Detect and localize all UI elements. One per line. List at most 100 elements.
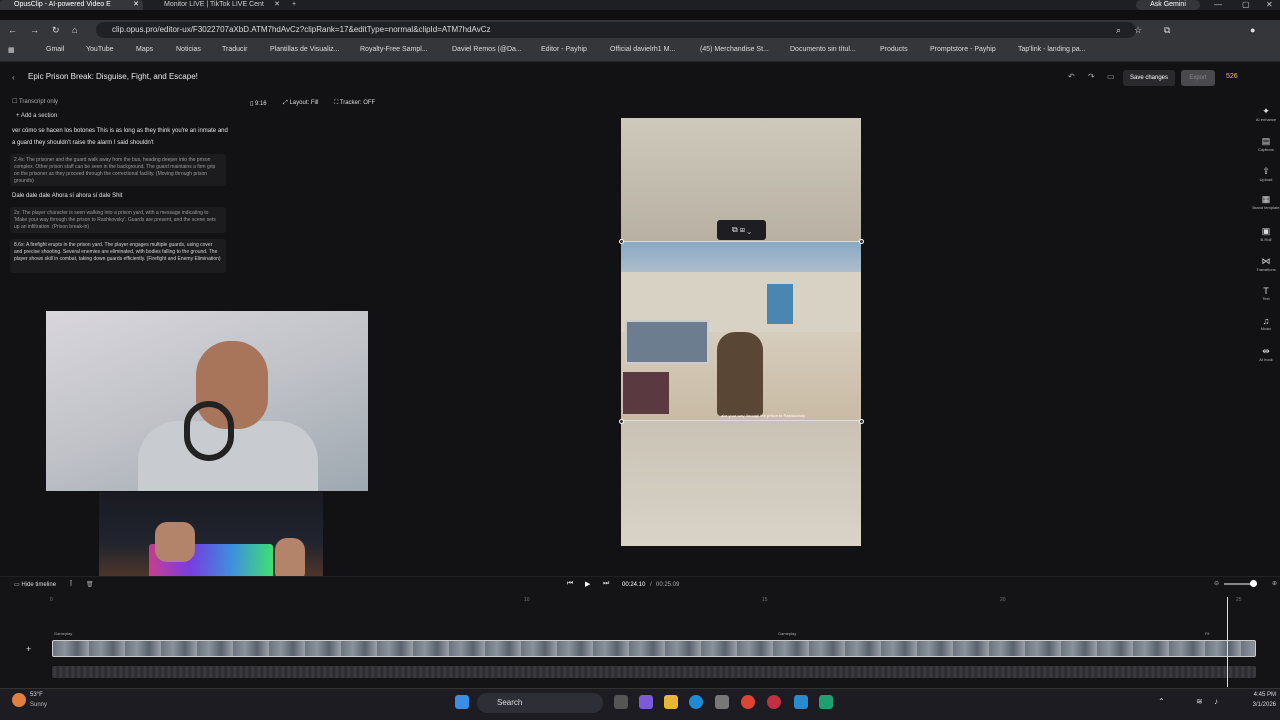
home-icon[interactable]: ⌂ [72,20,77,40]
bookmark-documento[interactable]: Documento sin títul... [790,46,856,53]
store-icon[interactable] [715,695,729,709]
weather-icon[interactable] [12,693,26,707]
ai-hook-tool[interactable]: ⇹ AI hook [1252,346,1280,362]
extensions-icon[interactable]: ⧉ [1164,20,1170,40]
app-icon[interactable] [767,695,781,709]
layout-button[interactable]: ⤢ Layout: Fill [283,100,318,107]
save-button[interactable]: Save changes [1123,70,1175,86]
aspect-ratio-label: 9:16 [254,101,267,107]
bookmark-traducir[interactable]: Traducir [222,46,247,53]
address-bar[interactable]: clip.opus.pro/editor-ux/F3022707aXbD.ATM… [96,22,1136,38]
copilot-icon[interactable] [639,695,653,709]
apps-icon[interactable]: ▦ [8,46,15,54]
close-icon[interactable]: ✕ [133,0,139,10]
skip-forward-icon[interactable]: ⏭ [603,580,609,588]
taskbar-search[interactable]: Search [477,693,603,713]
task-view-icon[interactable] [614,695,628,709]
text-tool[interactable]: T Text [1252,286,1280,301]
music-tool[interactable]: ♫ Music [1252,316,1280,331]
broll-tool[interactable]: ▣ B-Roll [1252,226,1280,242]
ai-enhance-tool[interactable]: ✦ AI enhance [1252,106,1280,122]
back-icon[interactable]: ← [8,20,17,40]
resize-handle[interactable] [859,239,864,244]
transitions-tool[interactable]: ⋈ Transitions [1252,256,1280,272]
volume-icon[interactable]: ♪ [1214,697,1218,706]
bookmark-royalty[interactable]: Royalty-Free Sampl... [360,46,428,53]
chrome-icon[interactable] [741,695,755,709]
transcript-text-2[interactable]: Dale dale dale Ahora sí ahora sí dale Sh… [12,190,228,202]
split-icon[interactable]: ⫿ [70,581,72,588]
minimize-icon[interactable]: — [1214,0,1222,10]
hide-timeline-button[interactable]: ▭ Hide timeline [14,581,56,588]
scene-note-3[interactable]: 8.6s: A firefight erupts in the prison y… [10,239,226,273]
bookmark-editor-payhip[interactable]: Editor - Payhip [541,46,587,53]
skip-back-icon[interactable]: ⏮ [567,580,573,588]
undo-icon[interactable]: ↶ [1068,72,1075,81]
video-track[interactable] [52,640,1256,657]
bookmark-gmail[interactable]: Gmail [46,46,64,53]
ask-gemini-button[interactable]: Ask Gemini [1136,0,1200,10]
close-icon[interactable]: ✕ [274,0,280,10]
bookmark-products[interactable]: Products [880,46,908,53]
zoom-out-icon[interactable]: ⊖ [1214,580,1219,587]
delete-icon[interactable]: 🗑 [86,581,94,588]
webcam-feed [46,311,368,491]
clock-date[interactable]: 3/1/2026 [1242,702,1276,708]
bookmark-daviel[interactable]: Daviel Remos (@Da... [452,46,522,53]
bookmark-official[interactable]: Official davielrh1 M... [610,46,675,53]
export-button[interactable]: Export [1181,70,1215,86]
bookmark-merch[interactable]: (45) Merchandise St... [700,46,769,53]
chevron-down-icon[interactable]: ⌄ [747,225,751,234]
tab-opusclip[interactable]: OpusClip - AI-powered Video E ✕ [0,0,143,10]
transcript-only-checkbox[interactable]: ☐ Transcript only [12,98,58,105]
preview-icon[interactable]: ▭ [1107,72,1115,81]
crop-icon[interactable]: ⧉ [732,225,738,234]
gameplay-layer[interactable]: ake your way through the prison to Rashk… [621,241,861,421]
maximize-icon[interactable]: ▢ [1242,0,1250,10]
tracker-button[interactable]: ⛶ Tracker: OFF [334,100,375,107]
windows-start-icon[interactable] [455,695,469,709]
bookmark-taplink[interactable]: Tap'link - landing pa... [1018,46,1086,53]
resize-handle[interactable] [859,419,864,424]
resize-handle[interactable] [619,419,624,424]
bookmark-noticias[interactable]: Noticias [176,46,201,53]
captions-tool[interactable]: ▤ Captions [1252,136,1280,152]
redo-icon[interactable]: ↷ [1088,72,1095,81]
close-window-icon[interactable]: ✕ [1266,0,1273,10]
wifi-icon[interactable]: ≋ [1196,697,1203,706]
bookmark-maps[interactable]: Maps [136,46,153,53]
reload-icon[interactable]: ↻ [52,20,60,40]
zoom-icon[interactable]: ⌕ [1116,20,1121,40]
avatar[interactable]: ● [1250,20,1255,40]
replace-icon[interactable]: ⊞ [740,225,745,234]
add-track-icon[interactable]: + [26,644,31,654]
playhead[interactable] [1227,597,1228,687]
zoom-slider-handle[interactable] [1250,580,1257,587]
bookmark-promptstore[interactable]: Promptstore - Payhip [930,46,996,53]
zoom-in-icon[interactable]: ⊕ [1272,580,1277,587]
resize-handle[interactable] [619,239,624,244]
edge-icon[interactable] [689,695,703,709]
app-icon[interactable] [819,695,833,709]
scene-note-2[interactable]: 2s: The player character is seen walking… [10,207,226,233]
new-tab-button[interactable]: + [288,0,302,10]
scene-note-1[interactable]: 2.4s: The prisoner and the guard walk aw… [10,154,226,186]
file-explorer-icon[interactable] [664,695,678,709]
bookmark-plantillas[interactable]: Plantillas de Visualiz... [270,46,340,53]
audio-waveform[interactable] [52,666,1256,678]
tray-chevron-icon[interactable]: ⌃ [1158,697,1165,706]
add-section-button[interactable]: + Add a section [16,113,57,119]
clock-time[interactable]: 4:45 PM [1246,692,1276,698]
back-arrow-icon[interactable]: ‹ [12,73,15,82]
star-icon[interactable]: ☆ [1134,20,1142,40]
brand-template-tool[interactable]: ▦ Brand template [1252,194,1280,210]
bookmark-youtube[interactable]: YouTube [86,46,114,53]
forward-icon[interactable]: → [30,20,39,40]
layer-toolbar[interactable]: ⧉ ⊞ ⌄ [717,220,766,240]
upload-tool[interactable]: ⇪ Upload [1252,166,1280,182]
app-icon[interactable] [794,695,808,709]
play-icon[interactable]: ▶ [585,580,590,588]
tab-tiktok-monitor[interactable]: Monitor LIVE | TikTok LIVE Cent ✕ [150,0,284,10]
aspect-ratio-button[interactable]: ▯ 9:16 [250,100,267,107]
transcript-text-1[interactable]: ver cómo se hacen los botones This is as… [12,125,228,149]
